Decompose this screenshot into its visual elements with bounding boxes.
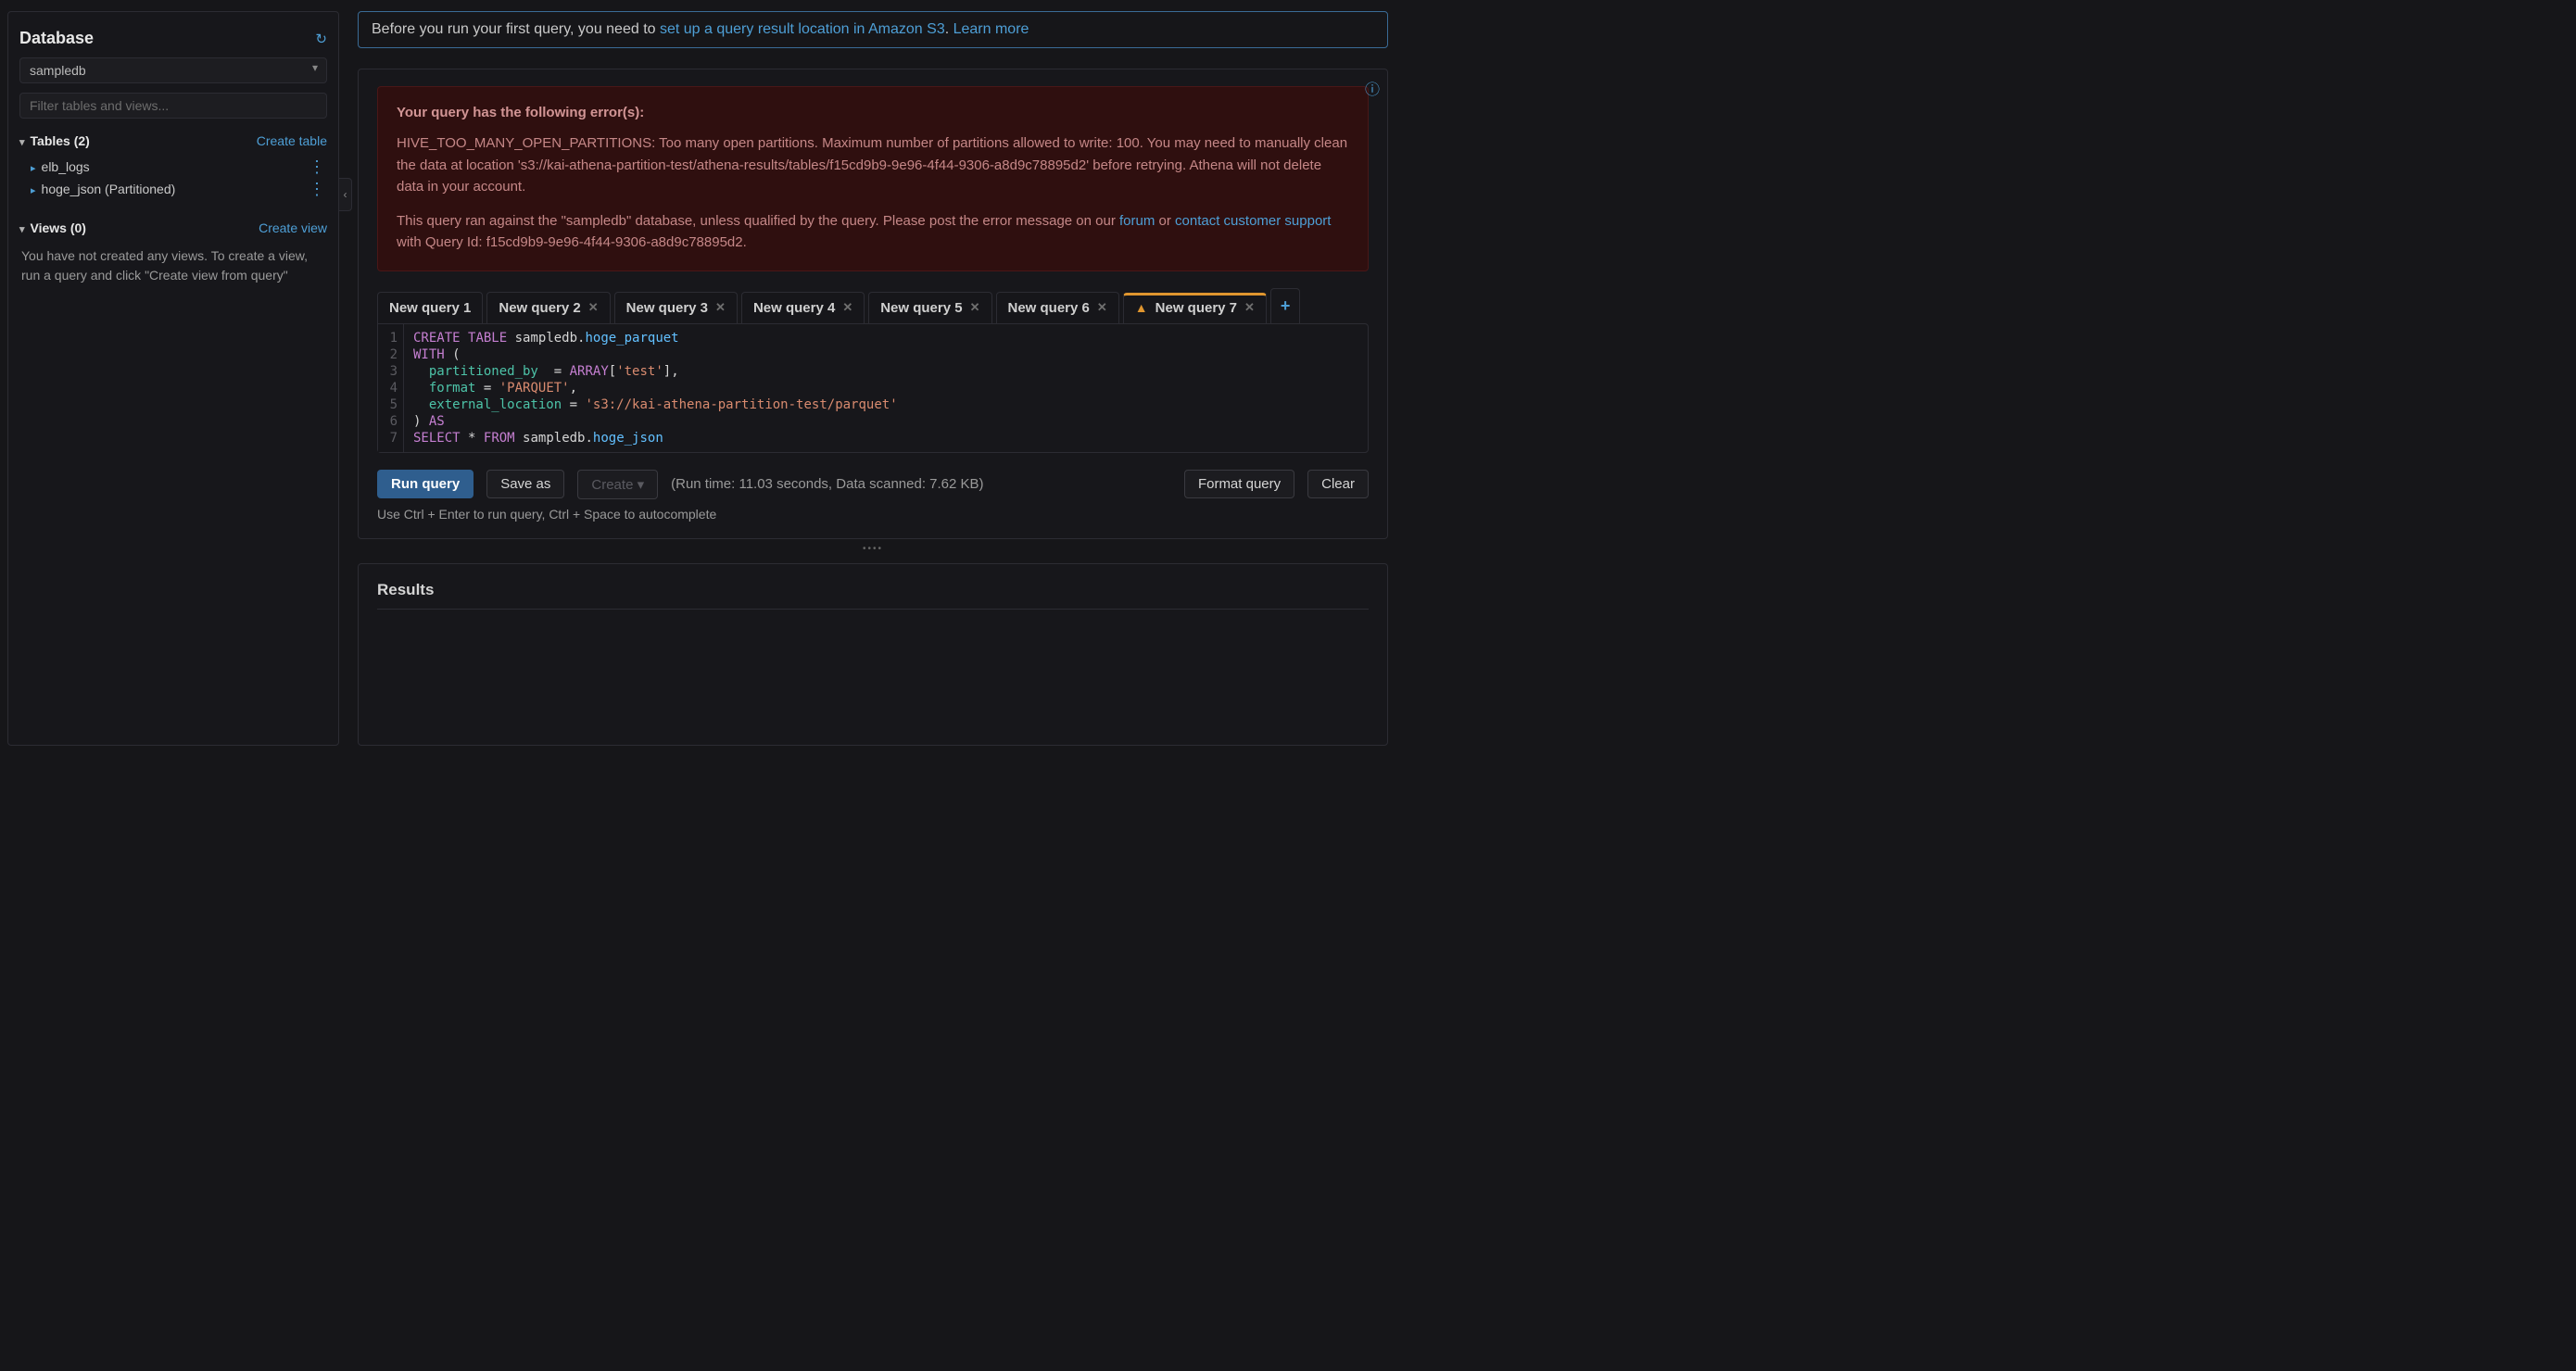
- chevron-down-icon: ▾: [638, 477, 645, 493]
- setup-s3-link[interactable]: set up a query result location in Amazon…: [660, 21, 945, 37]
- views-empty-text: You have not created any views. To creat…: [19, 243, 327, 289]
- forum-link[interactable]: forum: [1119, 213, 1155, 229]
- clear-button[interactable]: Clear: [1307, 470, 1369, 498]
- table-menu-icon[interactable]: ⋮: [309, 160, 325, 173]
- support-link[interactable]: contact customer support: [1175, 213, 1331, 229]
- setup-notice: Before you run your first query, you nee…: [358, 11, 1388, 48]
- run-info: (Run time: 11.03 seconds, Data scanned: …: [671, 476, 983, 492]
- table-menu-icon[interactable]: ⋮: [309, 182, 325, 195]
- create-view-link[interactable]: Create view: [259, 220, 327, 235]
- tab-query-1[interactable]: New query 1: [377, 292, 483, 323]
- create-table-link[interactable]: Create table: [257, 133, 327, 148]
- tab-query-4[interactable]: New query 4 ✕: [741, 292, 865, 323]
- error-footer: This query ran against the "sampledb" da…: [397, 210, 1349, 254]
- tables-section-toggle[interactable]: Tables (2): [19, 133, 90, 148]
- close-icon[interactable]: ✕: [842, 300, 852, 315]
- filter-tables-input[interactable]: [19, 93, 327, 119]
- tab-label: New query 7: [1155, 300, 1237, 316]
- close-icon[interactable]: ✕: [715, 300, 726, 315]
- caret-right-icon: [31, 159, 36, 174]
- close-icon[interactable]: ✕: [588, 300, 599, 315]
- query-tabs: New query 1 New query 2 ✕ New query 3 ✕ …: [377, 288, 1369, 323]
- database-select[interactable]: sampledb: [19, 57, 327, 83]
- results-heading: Results: [377, 581, 1369, 610]
- tab-query-7[interactable]: ▲ New query 7 ✕: [1123, 293, 1267, 323]
- action-bar: Run query Save as Create ▾ (Run time: 11…: [377, 470, 1369, 499]
- tab-label: New query 6: [1008, 300, 1090, 316]
- editor-gutter: 1 2 3 4 5 6 7: [378, 324, 404, 452]
- editor-code[interactable]: CREATE TABLE sampledb.hoge_parquet WITH …: [404, 324, 907, 452]
- tab-label: New query 3: [626, 300, 708, 316]
- add-tab-button[interactable]: +: [1270, 288, 1301, 323]
- caret-down-icon: [19, 133, 25, 148]
- tables-header: Tables (2): [31, 133, 90, 148]
- caret-down-icon: [19, 220, 25, 235]
- resize-handle[interactable]: ••••: [358, 539, 1388, 560]
- views-section-toggle[interactable]: Views (0): [19, 220, 86, 235]
- error-body: HIVE_TOO_MANY_OPEN_PARTITIONS: Too many …: [397, 132, 1349, 197]
- save-as-button[interactable]: Save as: [486, 470, 564, 498]
- format-query-button[interactable]: Format query: [1184, 470, 1294, 498]
- run-query-button[interactable]: Run query: [377, 470, 474, 498]
- table-item[interactable]: hoge_json (Partitioned) ⋮: [19, 178, 327, 200]
- tab-query-3[interactable]: New query 3 ✕: [614, 292, 738, 323]
- keyboard-hint: Use Ctrl + Enter to run query, Ctrl + Sp…: [377, 507, 1369, 522]
- caret-right-icon: [31, 182, 36, 196]
- tab-query-5[interactable]: New query 5 ✕: [868, 292, 991, 323]
- tab-label: New query 1: [389, 300, 471, 316]
- learn-more-link[interactable]: Learn more: [953, 21, 1029, 37]
- tab-query-6[interactable]: New query 6 ✕: [996, 292, 1119, 323]
- database-heading: Database: [19, 29, 94, 48]
- close-icon[interactable]: ✕: [1244, 300, 1255, 315]
- error-title: Your query has the following error(s):: [397, 102, 1349, 123]
- info-icon[interactable]: ⓘ: [1365, 77, 1380, 99]
- table-name: hoge_json (Partitioned): [42, 182, 176, 196]
- tab-label: New query 5: [880, 300, 962, 316]
- results-panel: Results: [358, 563, 1388, 747]
- sql-editor[interactable]: 1 2 3 4 5 6 7 CREATE TABLE sampledb.hoge…: [377, 323, 1369, 453]
- main-area: ‹ Before you run your first query, you n…: [339, 0, 1401, 746]
- tab-query-2[interactable]: New query 2 ✕: [486, 292, 610, 323]
- close-icon[interactable]: ✕: [970, 300, 980, 315]
- sidebar: Database ↻ sampledb Tables (2) Create ta…: [7, 11, 339, 746]
- views-header: Views (0): [31, 220, 86, 235]
- collapse-sidebar-handle[interactable]: ‹: [339, 178, 352, 211]
- create-button[interactable]: Create ▾: [577, 470, 658, 499]
- close-icon[interactable]: ✕: [1097, 300, 1107, 315]
- table-item[interactable]: elb_logs ⋮: [19, 156, 327, 178]
- query-panel: ⓘ Your query has the following error(s):…: [358, 69, 1388, 539]
- tab-label: New query 4: [753, 300, 835, 316]
- error-box: Your query has the following error(s): H…: [377, 86, 1369, 271]
- refresh-icon[interactable]: ↻: [315, 31, 327, 47]
- warning-icon: ▲: [1135, 300, 1148, 315]
- table-name: elb_logs: [42, 159, 90, 174]
- tab-label: New query 2: [499, 300, 580, 316]
- notice-text: Before you run your first query, you nee…: [372, 21, 660, 37]
